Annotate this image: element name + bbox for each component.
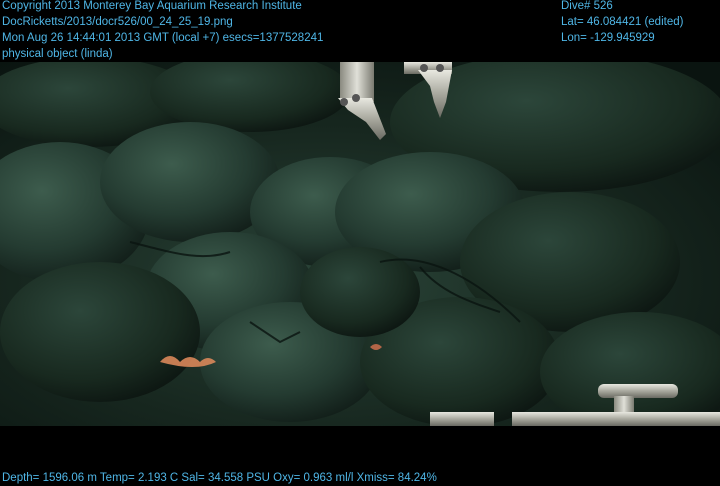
seafloor-photo	[0, 62, 720, 426]
timestamp-line: Mon Aug 26 14:44:01 2013 GMT (local +7) …	[2, 32, 324, 44]
dive-number: Dive# 526	[561, 0, 613, 12]
image-path-line: DocRicketts/2013/docr526/00_24_25_19.png	[2, 16, 233, 28]
header-info-right: Dive# 526 Lat= 46.084421 (edited) Lon= -…	[561, 0, 683, 46]
latitude: Lat= 46.084421 (edited)	[561, 16, 684, 28]
header-info-left: Copyright 2013 Monterey Bay Aquarium Res…	[2, 0, 323, 62]
longitude: Lon= -129.945929	[561, 32, 655, 44]
annotation-line: physical object (linda)	[2, 48, 113, 60]
telemetry-footer: Depth= 1596.06 m Temp= 2.193 C Sal= 34.5…	[2, 472, 437, 484]
copyright-line: Copyright 2013 Monterey Bay Aquarium Res…	[2, 0, 302, 12]
